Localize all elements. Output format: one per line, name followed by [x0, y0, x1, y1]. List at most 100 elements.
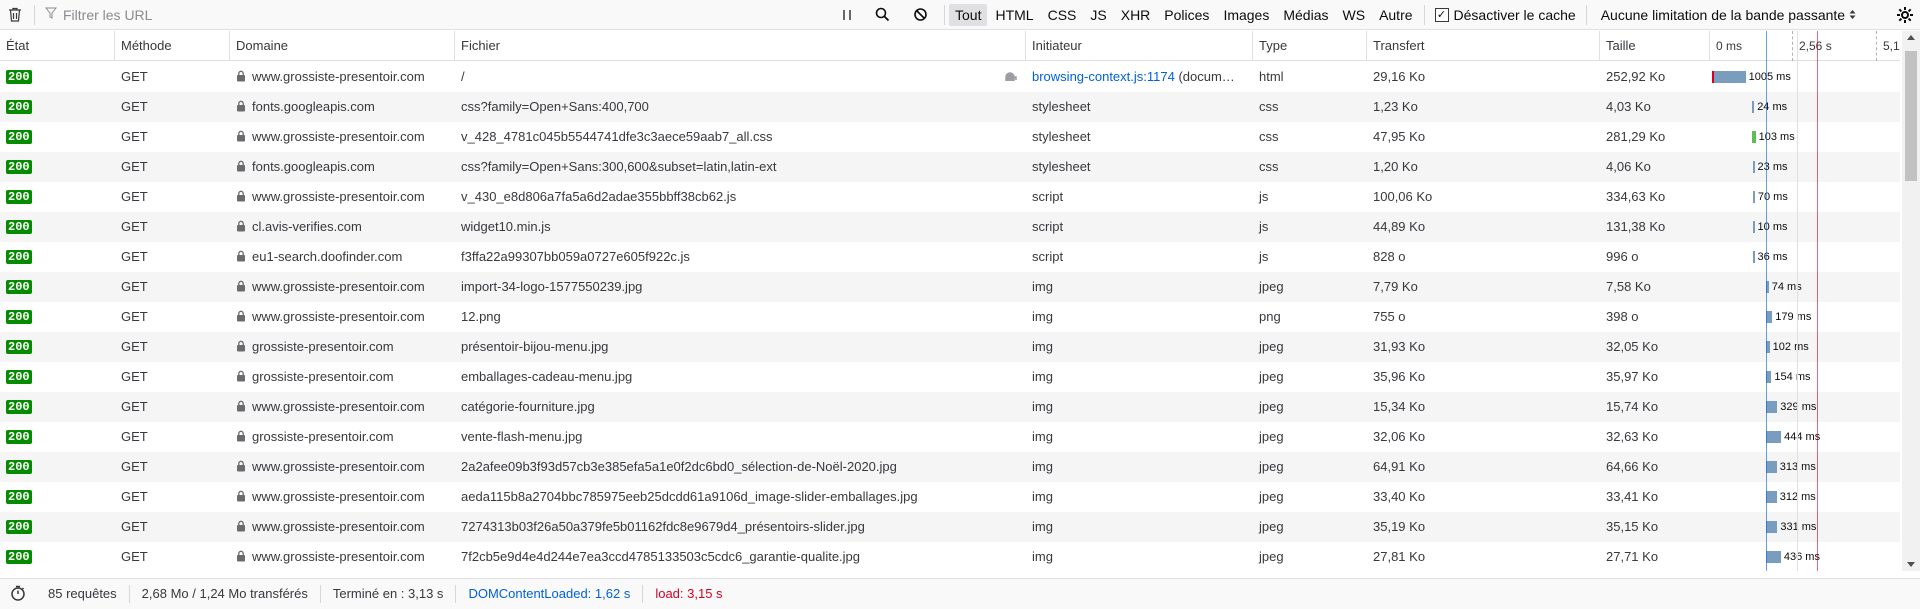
waterfall-bar[interactable]: [1766, 521, 1778, 533]
size-cell: 281,29 Ko: [1606, 129, 1666, 144]
scroll-down-icon[interactable]: [1907, 562, 1915, 567]
status-cell: 200: [0, 212, 115, 242]
waterfall-bar[interactable]: [1752, 131, 1756, 143]
disable-cache-checkbox[interactable]: ✓: [1434, 8, 1449, 22]
waterfall-bar[interactable]: [1752, 221, 1755, 233]
status-cell: 200: [0, 332, 115, 362]
filter-all[interactable]: Tout: [949, 4, 988, 26]
request-row[interactable]: 200 GET cl.avis-verifies.com widget10.min.j…: [0, 212, 1900, 242]
method-cell: GET: [121, 459, 148, 474]
status-badge: 200: [6, 100, 32, 114]
status-cell: 200: [0, 512, 115, 542]
request-row[interactable]: 200 GET grossiste-presentoir.com présentoir…: [0, 332, 1900, 362]
disable-cache-toggle[interactable]: ✓ Désactiver le cache: [1429, 7, 1582, 23]
request-row[interactable]: 200 GET fonts.googleapis.com css?family=Ope…: [0, 92, 1900, 122]
domain-text: www.grossiste-presentoir.com: [252, 69, 425, 84]
filter-ws[interactable]: WS: [1337, 4, 1372, 26]
url-filter[interactable]: [39, 0, 819, 30]
vertical-scrollbar[interactable]: [1902, 31, 1920, 571]
waterfall-tick: 0 ms: [1716, 39, 1743, 53]
filter-fonts[interactable]: Polices: [1158, 4, 1215, 26]
column-status-header[interactable]: État: [0, 31, 115, 61]
waterfall-bar[interactable]: [1766, 401, 1778, 413]
block-icon[interactable]: [905, 0, 935, 30]
scroll-up-icon[interactable]: [1907, 35, 1915, 40]
request-row[interactable]: 200 GET eu1-search.doofinder.com f3ffa22a99…: [0, 242, 1900, 272]
request-row[interactable]: 200 GET grossiste-presentoir.com emballages…: [0, 362, 1900, 392]
request-row[interactable]: 200 GET www.grossiste-presentoir.com / brows…: [0, 62, 1900, 92]
size-cell: 64,66 Ko: [1606, 459, 1659, 474]
gear-icon[interactable]: [1890, 0, 1920, 30]
filter-css[interactable]: CSS: [1042, 4, 1083, 26]
domain-text: eu1-search.doofinder.com: [252, 249, 403, 264]
updown-arrows-icon: [1849, 7, 1856, 23]
transfer-cell: 29,16 Ko: [1373, 69, 1426, 84]
filter-images[interactable]: Images: [1217, 4, 1275, 26]
filter-js[interactable]: JS: [1084, 4, 1112, 26]
request-row[interactable]: 200 GET www.grossiste-presentoir.com aeda11…: [0, 482, 1900, 512]
column-domain-header[interactable]: Domaine: [230, 31, 455, 61]
request-row[interactable]: 200 GET www.grossiste-presentoir.com 7f2cb5…: [0, 542, 1900, 570]
waterfall-bar[interactable]: [1766, 551, 1781, 563]
domain-cell: www.grossiste-presentoir.com: [230, 512, 455, 542]
waterfall-timing: 179 ms: [1775, 311, 1812, 323]
lock-icon: [236, 423, 246, 442]
waterfall-timing: 23 ms: [1757, 161, 1788, 173]
transfer-cell: 64,91 Ko: [1373, 459, 1426, 474]
waterfall-bar[interactable]: [1712, 71, 1746, 83]
url-filter-input[interactable]: [63, 6, 803, 23]
domain-text: www.grossiste-presentoir.com: [252, 489, 425, 504]
request-row[interactable]: 200 GET grossiste-presentoir.com vente-flas…: [0, 422, 1900, 452]
request-row[interactable]: 200 GET www.grossiste-presentoir.com import…: [0, 272, 1900, 302]
method-cell: GET: [121, 399, 148, 414]
waterfall-bar[interactable]: [1766, 461, 1777, 473]
waterfall-bar[interactable]: [1752, 191, 1755, 203]
initiator-text: img: [1032, 459, 1053, 474]
size-cell: 27,71 Ko: [1606, 549, 1659, 564]
pause-icon[interactable]: [832, 0, 862, 30]
request-row[interactable]: 200 GET www.grossiste-presentoir.com v_428_…: [0, 122, 1900, 152]
column-transfer-header[interactable]: Transfert: [1367, 31, 1600, 61]
filter-other[interactable]: Autre: [1373, 4, 1418, 26]
file-cell: v_428_4781c045b5544741dfe3c3aece59aab7_a…: [461, 129, 773, 144]
request-row[interactable]: 200 GET fonts.googleapis.com css?family=Ope…: [0, 152, 1900, 182]
file-cell: 2a2afee09b3f93d57cb3e385efa5a1e0f2dc6bd0…: [461, 459, 897, 474]
transfer-cell: 27,81 Ko: [1373, 549, 1426, 564]
request-row[interactable]: 200 GET www.grossiste-presentoir.com 2a2afe…: [0, 452, 1900, 482]
domain-text: www.grossiste-presentoir.com: [252, 279, 425, 294]
waterfall-bar[interactable]: [1752, 251, 1755, 263]
filter-html[interactable]: HTML: [989, 4, 1039, 26]
initiator-text: (docum…: [1174, 69, 1235, 84]
domain-cell: grossiste-presentoir.com: [230, 422, 455, 452]
stopwatch-icon[interactable]: [0, 585, 36, 604]
type-cell: css: [1259, 99, 1279, 114]
filter-xhr[interactable]: XHR: [1115, 4, 1157, 26]
column-file-header[interactable]: Fichier: [455, 31, 1026, 61]
throttle-select[interactable]: Aucune limitation de la bande passante: [1591, 7, 1862, 23]
waterfall-bar[interactable]: [1766, 431, 1782, 443]
scroll-thumb[interactable]: [1905, 51, 1917, 181]
method-cell: GET: [121, 249, 148, 264]
column-initiator-header[interactable]: Initiateur: [1026, 31, 1253, 61]
column-method-header[interactable]: Méthode: [115, 31, 230, 61]
trash-icon[interactable]: [0, 0, 30, 30]
search-icon[interactable]: [867, 0, 897, 30]
request-row[interactable]: 200 GET www.grossiste-presentoir.com 12.png…: [0, 302, 1900, 332]
column-size-header[interactable]: Taille: [1600, 31, 1710, 61]
initiator-text: img: [1032, 489, 1053, 504]
file-cell: 7f2cb5e9d4e4d244e7ea3ccd4785133503c5cdc6…: [461, 549, 861, 564]
request-row[interactable]: 200 GET www.grossiste-presentoir.com v_430_…: [0, 182, 1900, 212]
waterfall-bar[interactable]: [1752, 161, 1755, 173]
initiator-text: img: [1032, 309, 1053, 324]
request-row[interactable]: 200 GET www.grossiste-presentoir.com catégo…: [0, 392, 1900, 422]
waterfall-bar[interactable]: [1752, 101, 1755, 113]
request-row[interactable]: 200 GET www.grossiste-presentoir.com 727431…: [0, 512, 1900, 542]
initiator-link[interactable]: browsing-context.js:1174: [1032, 69, 1175, 84]
column-type-header[interactable]: Type: [1253, 31, 1367, 61]
waterfall-bar[interactable]: [1766, 491, 1777, 503]
filter-media[interactable]: Médias: [1277, 4, 1334, 26]
transfer-cell: 31,93 Ko: [1373, 339, 1426, 354]
toolbar-separator: [1423, 5, 1425, 25]
domain-cell: www.grossiste-presentoir.com: [230, 62, 455, 92]
initiator-cell: script: [1026, 182, 1253, 212]
